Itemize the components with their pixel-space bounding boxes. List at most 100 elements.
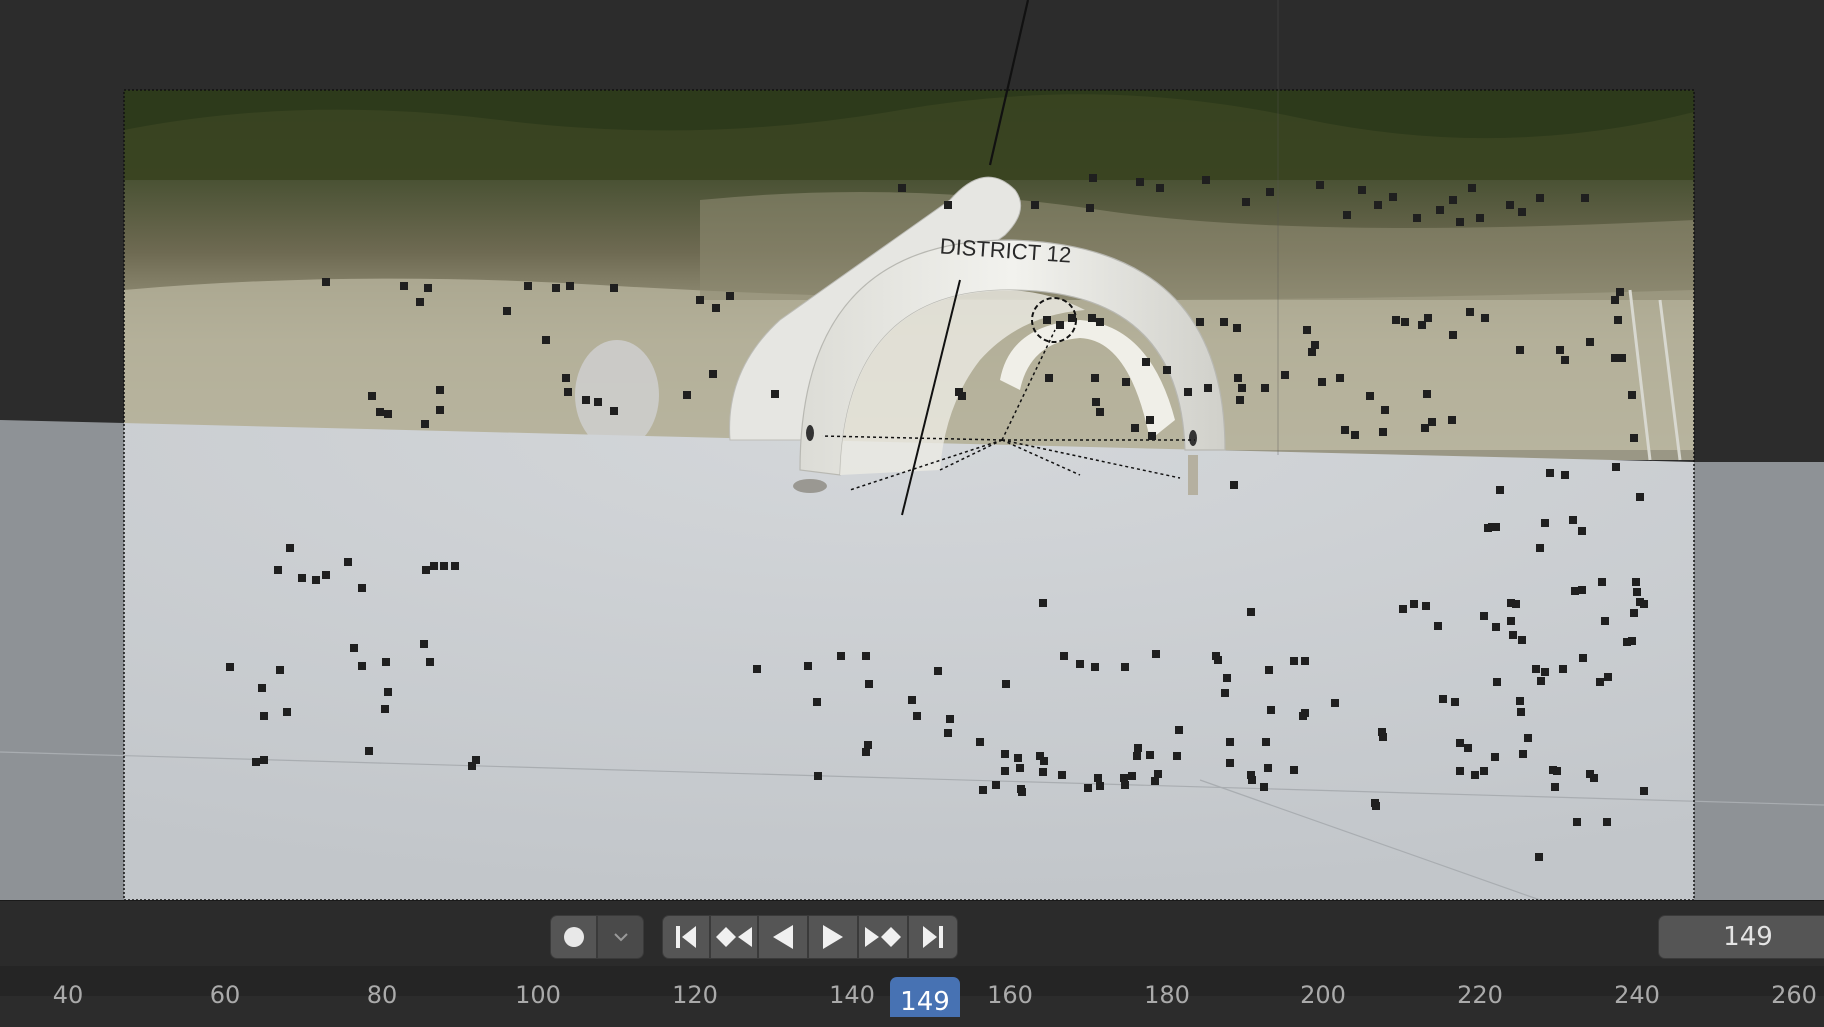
tracking-marker[interactable] <box>376 408 384 416</box>
tracking-marker[interactable] <box>1341 426 1349 434</box>
tracking-marker[interactable] <box>958 392 966 400</box>
tracking-marker[interactable] <box>1151 777 1159 785</box>
tracking-marker[interactable] <box>1518 636 1526 644</box>
tracking-marker[interactable] <box>1096 408 1104 416</box>
tracking-marker[interactable] <box>1436 206 1444 214</box>
tracking-marker[interactable] <box>1152 650 1160 658</box>
tracking-marker[interactable] <box>1045 374 1053 382</box>
tracking-marker[interactable] <box>260 756 268 764</box>
tracking-marker[interactable] <box>1421 424 1429 432</box>
tracking-marker[interactable] <box>1318 378 1326 386</box>
tracking-marker[interactable] <box>1242 198 1250 206</box>
tracking-marker[interactable] <box>1456 739 1464 747</box>
tracking-marker[interactable] <box>1120 774 1128 782</box>
tracking-marker[interactable] <box>1449 196 1457 204</box>
tracking-marker[interactable] <box>1096 318 1104 326</box>
tracking-marker[interactable] <box>1401 318 1409 326</box>
tracking-marker[interactable] <box>1518 208 1526 216</box>
tracking-marker[interactable] <box>1076 660 1084 668</box>
tracking-marker[interactable] <box>1628 391 1636 399</box>
tracking-marker[interactable] <box>1506 201 1514 209</box>
tracking-marker[interactable] <box>400 282 408 290</box>
tracking-marker[interactable] <box>1220 318 1228 326</box>
tracking-marker[interactable] <box>1424 314 1432 322</box>
tracking-marker[interactable] <box>420 640 428 648</box>
tracking-marker[interactable] <box>1163 366 1171 374</box>
tracking-marker[interactable] <box>1146 751 1154 759</box>
tracking-marker[interactable] <box>1040 757 1048 765</box>
tracking-marker[interactable] <box>1536 194 1544 202</box>
tracking-marker[interactable] <box>260 712 268 720</box>
tracking-marker[interactable] <box>944 201 952 209</box>
tracking-marker[interactable] <box>1516 697 1524 705</box>
tracking-marker[interactable] <box>1156 184 1164 192</box>
tracking-marker[interactable] <box>1121 663 1129 671</box>
tracking-marker[interactable] <box>1578 586 1586 594</box>
tracking-marker[interactable] <box>1484 524 1492 532</box>
tracking-marker[interactable] <box>1039 599 1047 607</box>
tracking-marker[interactable] <box>226 663 234 671</box>
tracking-marker[interactable] <box>1374 201 1382 209</box>
tracking-marker[interactable] <box>1524 734 1532 742</box>
tracking-marker[interactable] <box>1016 764 1024 772</box>
tracking-marker[interactable] <box>365 747 373 755</box>
tracking-marker[interactable] <box>1481 314 1489 322</box>
tracking-marker[interactable] <box>1060 652 1068 660</box>
tracking-marker[interactable] <box>1598 578 1606 586</box>
tracking-marker[interactable] <box>946 715 954 723</box>
tracking-marker[interactable] <box>1423 390 1431 398</box>
tracking-marker[interactable] <box>322 571 330 579</box>
tracking-marker[interactable] <box>1084 784 1092 792</box>
tracking-marker[interactable] <box>1516 346 1524 354</box>
tracking-marker[interactable] <box>1301 657 1309 665</box>
tracking-marker[interactable] <box>1264 764 1272 772</box>
tracking-marker[interactable] <box>1476 214 1484 222</box>
tracking-marker[interactable] <box>1532 665 1540 673</box>
tracking-marker[interactable] <box>564 388 572 396</box>
tracking-marker[interactable] <box>422 566 430 574</box>
tracking-marker[interactable] <box>1133 752 1141 760</box>
tracking-marker[interactable] <box>1509 631 1517 639</box>
tracking-marker[interactable] <box>426 658 434 666</box>
tracking-marker[interactable] <box>503 307 511 315</box>
tracking-marker[interactable] <box>1001 750 1009 758</box>
tracking-marker[interactable] <box>1451 698 1459 706</box>
tracking-marker[interactable] <box>1247 771 1255 779</box>
tracking-marker[interactable] <box>1604 673 1612 681</box>
tracking-marker[interactable] <box>1134 744 1142 752</box>
tracking-marker[interactable] <box>384 688 392 696</box>
tracking-marker[interactable] <box>1336 374 1344 382</box>
tracking-marker[interactable] <box>1491 753 1499 761</box>
tracking-marker[interactable] <box>436 406 444 414</box>
tracking-marker[interactable] <box>1316 181 1324 189</box>
tracking-marker[interactable] <box>440 562 448 570</box>
tracking-marker[interactable] <box>1351 431 1359 439</box>
tracking-marker[interactable] <box>1603 818 1611 826</box>
play-button[interactable] <box>808 915 858 959</box>
tracking-marker[interactable] <box>944 729 952 737</box>
tracking-marker[interactable] <box>1148 432 1156 440</box>
tracking-marker[interactable] <box>1535 853 1543 861</box>
tracking-marker[interactable] <box>1379 733 1387 741</box>
tracking-marker[interactable] <box>384 410 392 418</box>
tracking-marker[interactable] <box>1517 708 1525 716</box>
frame-ruler[interactable]: 149 40 60 80 100 120 140 160 180 200 220 240 260 <box>0 966 1824 1017</box>
tracking-marker[interactable] <box>1221 689 1229 697</box>
tracking-marker[interactable] <box>1614 316 1622 324</box>
previous-keyframe-button[interactable] <box>710 915 758 959</box>
tracking-marker[interactable] <box>1247 608 1255 616</box>
tracking-marker[interactable] <box>1265 666 1273 674</box>
tracking-marker[interactable] <box>358 584 366 592</box>
tracking-marker[interactable] <box>1556 346 1564 354</box>
tracking-marker[interactable] <box>283 708 291 716</box>
tracking-marker[interactable] <box>1068 314 1076 322</box>
tracking-marker[interactable] <box>1002 680 1010 688</box>
play-reverse-button[interactable] <box>758 915 808 959</box>
tracking-marker[interactable] <box>1399 605 1407 613</box>
tracking-marker[interactable] <box>683 391 691 399</box>
tracking-marker[interactable] <box>436 386 444 394</box>
tracking-marker[interactable] <box>562 374 570 382</box>
tracking-marker[interactable] <box>1578 527 1586 535</box>
tracking-marker[interactable] <box>610 407 618 415</box>
tracking-marker[interactable] <box>610 284 618 292</box>
